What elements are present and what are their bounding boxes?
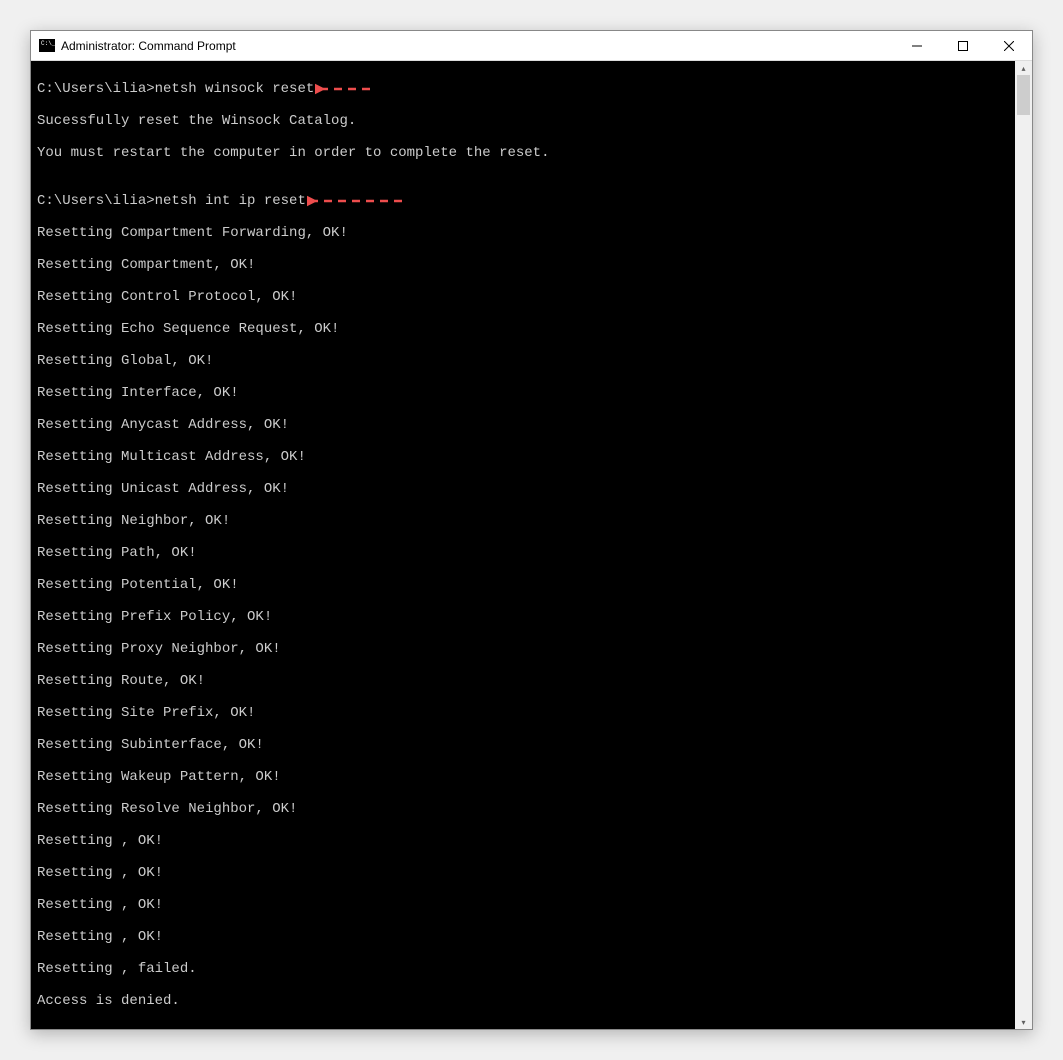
blank-line [37,97,1009,113]
output-line: Resetting Prefix Policy, OK! [37,609,1009,625]
output-line: Resetting Resolve Neighbor, OK! [37,801,1009,817]
prompt: C:\Users\ilia> [37,81,155,97]
prompt: C:\Users\ilia> [37,193,155,209]
output-line: Sucessfully reset the Winsock Catalog. [37,113,1009,129]
output-line: Resetting Multicast Address, OK! [37,449,1009,465]
command-text: netsh int ip reset [155,193,306,209]
close-button[interactable] [986,31,1032,60]
blank-line [37,161,1009,177]
output-line: Resetting Echo Sequence Request, OK! [37,321,1009,337]
output-line: Resetting , failed. [37,961,1009,977]
minimize-icon [912,41,922,51]
output-line: You must restart the computer in order t… [37,145,1009,161]
window-controls [894,31,1032,60]
output-line: Resetting , OK! [37,929,1009,945]
output-line: Resetting Wakeup Pattern, OK! [37,769,1009,785]
console-output[interactable]: C:\Users\ilia>netsh winsock reset Sucess… [31,61,1015,1029]
command-line-2: C:\Users\ilia>netsh int ip reset [37,193,1009,209]
output-line: Access is denied. [37,993,1009,1009]
window-title: Administrator: Command Prompt [61,39,894,53]
output-line: Resetting , OK! [37,833,1009,849]
output-line: Resetting Route, OK! [37,673,1009,689]
command-text: netsh winsock reset [155,81,315,97]
output-line: Resetting Interface, OK! [37,385,1009,401]
output-line: Resetting , OK! [37,865,1009,881]
cmd-icon [39,39,55,52]
arrow-annotation-2 [307,194,407,208]
arrow-annotation-1 [315,82,375,96]
output-line: Resetting Compartment, OK! [37,257,1009,273]
scroll-thumb[interactable] [1017,75,1030,115]
output-line: Resetting Neighbor, OK! [37,513,1009,529]
output-line: Resetting Compartment Forwarding, OK! [37,225,1009,241]
close-icon [1004,41,1014,51]
maximize-icon [958,41,968,51]
output-line: Resetting Unicast Address, OK! [37,481,1009,497]
output-line: Resetting Global, OK! [37,353,1009,369]
output-line: Resetting Site Prefix, OK! [37,705,1009,721]
output-line: Resetting Path, OK! [37,545,1009,561]
minimize-button[interactable] [894,31,940,60]
output-line: Resetting Control Protocol, OK! [37,289,1009,305]
output-line: Resetting , OK! [37,897,1009,913]
blank-line [37,177,1009,193]
maximize-button[interactable] [940,31,986,60]
command-prompt-window: Administrator: Command Prompt C:\Users\i… [30,30,1033,1030]
blank-line [37,65,1009,81]
vertical-scrollbar[interactable]: ▴ ▾ [1015,61,1032,1029]
output-line: Resetting Proxy Neighbor, OK! [37,641,1009,657]
scroll-down-arrow-icon[interactable]: ▾ [1015,1015,1032,1029]
output-line: Resetting Anycast Address, OK! [37,417,1009,433]
command-line-1: C:\Users\ilia>netsh winsock reset [37,81,1009,97]
output-line: Resetting Potential, OK! [37,577,1009,593]
titlebar[interactable]: Administrator: Command Prompt [31,31,1032,61]
output-line: Resetting Subinterface, OK! [37,737,1009,753]
scroll-up-arrow-icon[interactable]: ▴ [1015,61,1032,75]
